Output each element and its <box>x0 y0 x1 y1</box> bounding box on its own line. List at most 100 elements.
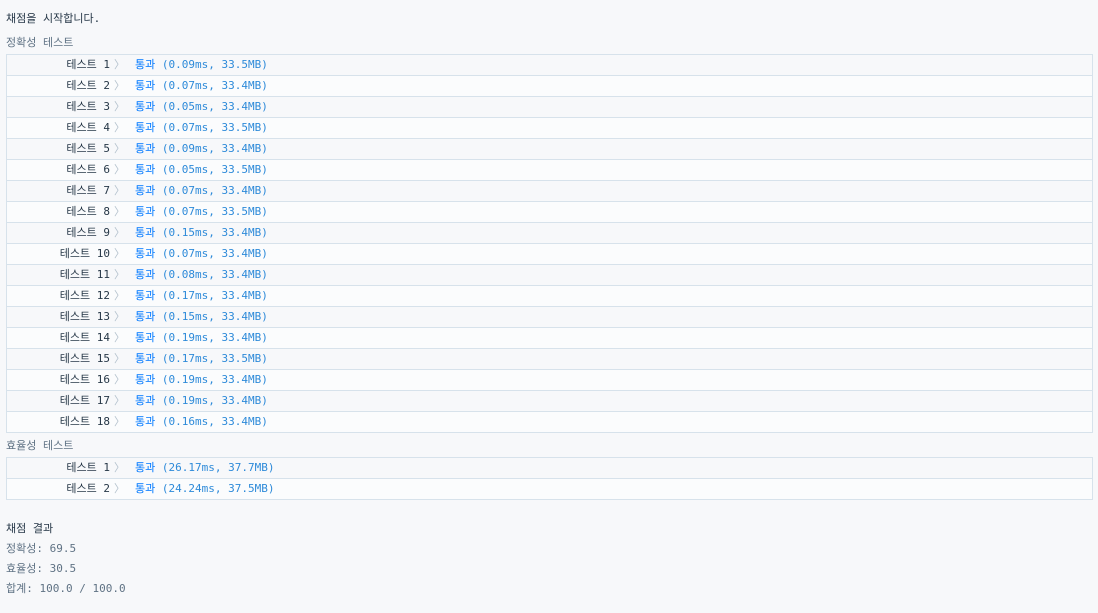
chevron-right-icon: 〉 <box>114 247 125 260</box>
test-result: 통과 (0.07ms, 33.4MB) <box>135 181 268 201</box>
test-result-status: 통과 <box>135 268 156 281</box>
test-result-status: 통과 <box>135 415 156 428</box>
test-result-status: 통과 <box>135 184 156 197</box>
test-result: 통과 (0.15ms, 33.4MB) <box>135 307 268 327</box>
test-result: 통과 (0.16ms, 33.4MB) <box>135 412 268 432</box>
test-name: 테스트 2 <box>66 482 110 495</box>
test-result-detail: (26.17ms, 37.7MB) <box>161 461 275 474</box>
test-row: 테스트 8 〉 통과 (0.07ms, 33.5MB) <box>7 202 1092 223</box>
test-result: 통과 (0.17ms, 33.4MB) <box>135 286 268 306</box>
test-row: 테스트 11 〉 통과 (0.08ms, 33.4MB) <box>7 265 1092 286</box>
test-result-status: 통과 <box>135 142 156 155</box>
test-result-detail: (0.09ms, 33.4MB) <box>161 142 268 155</box>
test-result: 통과 (0.15ms, 33.4MB) <box>135 223 268 243</box>
chevron-right-icon: 〉 <box>114 310 125 323</box>
test-result: 통과 (0.19ms, 33.4MB) <box>135 370 268 390</box>
summary-efficiency: 효율성: 30.5 <box>6 562 77 575</box>
test-result: 통과 (0.07ms, 33.4MB) <box>135 244 268 264</box>
test-result-detail: (0.08ms, 33.4MB) <box>161 268 268 281</box>
chevron-right-icon: 〉 <box>114 205 125 218</box>
test-result-status: 통과 <box>135 331 156 344</box>
test-name: 테스트 9 <box>66 226 110 239</box>
test-name: 테스트 18 <box>59 415 110 428</box>
test-result: 통과 (26.17ms, 37.7MB) <box>135 458 274 478</box>
test-result-status: 통과 <box>135 289 156 302</box>
test-result: 통과 (24.24ms, 37.5MB) <box>135 479 274 499</box>
chevron-right-icon: 〉 <box>114 352 125 365</box>
test-name: 테스트 17 <box>59 394 110 407</box>
test-row: 테스트 18 〉 통과 (0.16ms, 33.4MB) <box>7 412 1092 432</box>
chevron-right-icon: 〉 <box>114 163 125 176</box>
test-name: 테스트 1 <box>66 58 110 71</box>
test-result: 통과 (0.07ms, 33.5MB) <box>135 118 268 138</box>
test-result: 통과 (0.08ms, 33.4MB) <box>135 265 268 285</box>
test-result-detail: (0.17ms, 33.5MB) <box>161 352 268 365</box>
test-name: 테스트 1 <box>66 461 110 474</box>
efficiency-section-title: 효율성 테스트 <box>6 439 74 452</box>
efficiency-test-table: 테스트 1 〉 통과 (26.17ms, 37.7MB) 테스트 2 〉 통과 (24.2… <box>6 457 1093 500</box>
test-result: 통과 (0.05ms, 33.5MB) <box>135 160 268 180</box>
test-result-status: 통과 <box>135 394 156 407</box>
test-row: 테스트 7 〉 통과 (0.07ms, 33.4MB) <box>7 181 1092 202</box>
test-result-status: 통과 <box>135 58 156 71</box>
chevron-right-icon: 〉 <box>114 461 125 474</box>
test-row: 테스트 1 〉 통과 (0.09ms, 33.5MB) <box>7 55 1092 76</box>
test-name: 테스트 12 <box>59 289 110 302</box>
test-result-detail: (0.19ms, 33.4MB) <box>161 394 268 407</box>
summary-total: 합계: 100.0 / 100.0 <box>6 582 126 595</box>
test-name: 테스트 8 <box>66 205 110 218</box>
test-result-status: 통과 <box>135 163 156 176</box>
chevron-right-icon: 〉 <box>114 100 125 113</box>
test-result-status: 통과 <box>135 461 156 474</box>
test-result-status: 통과 <box>135 79 156 92</box>
test-row: 테스트 4 〉 통과 (0.07ms, 33.5MB) <box>7 118 1092 139</box>
test-result-detail: (0.09ms, 33.5MB) <box>161 58 268 71</box>
test-row: 테스트 12 〉 통과 (0.17ms, 33.4MB) <box>7 286 1092 307</box>
test-row: 테스트 17 〉 통과 (0.19ms, 33.4MB) <box>7 391 1092 412</box>
chevron-right-icon: 〉 <box>114 373 125 386</box>
chevron-right-icon: 〉 <box>114 58 125 71</box>
test-result-status: 통과 <box>135 205 156 218</box>
accuracy-section-title: 정확성 테스트 <box>6 36 74 49</box>
test-result: 통과 (0.19ms, 33.4MB) <box>135 391 268 411</box>
test-row: 테스트 2 〉 통과 (0.07ms, 33.4MB) <box>7 76 1092 97</box>
test-row: 테스트 15 〉 통과 (0.17ms, 33.5MB) <box>7 349 1092 370</box>
chevron-right-icon: 〉 <box>114 482 125 495</box>
test-result-detail: (0.07ms, 33.4MB) <box>161 184 268 197</box>
test-result-detail: (0.17ms, 33.4MB) <box>161 289 268 302</box>
summary-title: 채점 결과 <box>6 522 54 535</box>
test-name: 테스트 7 <box>66 184 110 197</box>
chevron-right-icon: 〉 <box>114 184 125 197</box>
test-row: 테스트 1 〉 통과 (26.17ms, 37.7MB) <box>7 458 1092 479</box>
test-name: 테스트 10 <box>59 247 110 260</box>
test-result-detail: (0.19ms, 33.4MB) <box>161 331 268 344</box>
test-name: 테스트 11 <box>59 268 110 281</box>
test-row: 테스트 16 〉 통과 (0.19ms, 33.4MB) <box>7 370 1092 391</box>
start-message: 채점을 시작합니다. <box>6 12 101 25</box>
chevron-right-icon: 〉 <box>114 331 125 344</box>
test-result: 통과 (0.17ms, 33.5MB) <box>135 349 268 369</box>
test-result: 통과 (0.09ms, 33.4MB) <box>135 139 268 159</box>
test-name: 테스트 13 <box>59 310 110 323</box>
test-result: 통과 (0.05ms, 33.4MB) <box>135 97 268 117</box>
test-name: 테스트 14 <box>59 331 110 344</box>
test-result-detail: (24.24ms, 37.5MB) <box>161 482 275 495</box>
test-result-status: 통과 <box>135 373 156 386</box>
test-result: 통과 (0.07ms, 33.5MB) <box>135 202 268 222</box>
test-name: 테스트 15 <box>59 352 110 365</box>
chevron-right-icon: 〉 <box>114 226 125 239</box>
test-name: 테스트 16 <box>59 373 110 386</box>
test-result-status: 통과 <box>135 310 156 323</box>
chevron-right-icon: 〉 <box>114 142 125 155</box>
test-result: 통과 (0.09ms, 33.5MB) <box>135 55 268 75</box>
test-name: 테스트 3 <box>66 100 110 113</box>
chevron-right-icon: 〉 <box>114 394 125 407</box>
test-name: 테스트 2 <box>66 79 110 92</box>
test-row: 테스트 2 〉 통과 (24.24ms, 37.5MB) <box>7 479 1092 499</box>
grading-output: 채점을 시작합니다. 정확성 테스트 테스트 1 〉 통과 (0.09ms, 33.… <box>0 0 1098 596</box>
test-result-status: 통과 <box>135 100 156 113</box>
test-result: 통과 (0.19ms, 33.4MB) <box>135 328 268 348</box>
test-result-detail: (0.05ms, 33.5MB) <box>161 163 268 176</box>
test-result-detail: (0.05ms, 33.4MB) <box>161 100 268 113</box>
test-name: 테스트 6 <box>66 163 110 176</box>
